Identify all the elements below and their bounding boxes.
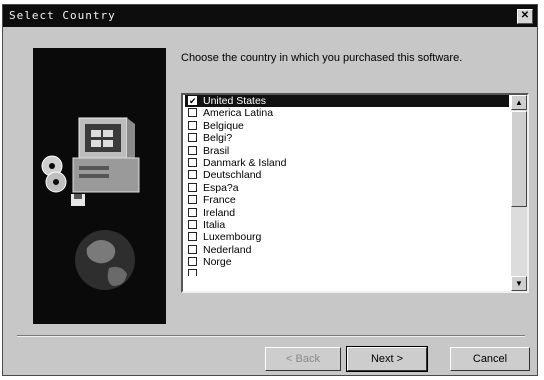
list-scrollbar[interactable]: ▲ ▼ bbox=[511, 95, 527, 291]
checkbox[interactable] bbox=[188, 195, 197, 205]
country-label: Luxembourg bbox=[203, 231, 262, 244]
country-label: Danmark & Island bbox=[203, 156, 287, 169]
country-item[interactable]: Ireland bbox=[185, 207, 509, 219]
country-item[interactable]: Nederland bbox=[185, 244, 509, 256]
country-item[interactable]: Deutschland bbox=[185, 169, 509, 181]
country-item[interactable]: Danmark & Island bbox=[185, 157, 509, 169]
checkbox[interactable] bbox=[188, 232, 197, 242]
country-label: France bbox=[203, 194, 236, 207]
computer-illustration-icon bbox=[33, 48, 166, 324]
country-item[interactable]: ✔ United States bbox=[185, 95, 509, 108]
checkbox[interactable] bbox=[188, 157, 197, 167]
checkbox[interactable] bbox=[188, 257, 197, 267]
country-label: Ireland bbox=[203, 206, 236, 219]
country-item[interactable] bbox=[185, 268, 509, 277]
country-list: ✔ United States America Latina Belgique Belg… bbox=[185, 95, 509, 277]
country-label: United States bbox=[203, 95, 267, 107]
instruction-text: Choose the country in which you purchase… bbox=[181, 52, 463, 64]
window-title: Select Country bbox=[9, 9, 116, 22]
checkbox[interactable] bbox=[188, 120, 197, 130]
checkbox[interactable] bbox=[188, 133, 197, 143]
country-item[interactable]: Brasil bbox=[185, 145, 509, 157]
country-listbox[interactable]: ✔ United States America Latina Belgique Belg… bbox=[181, 93, 529, 293]
country-label: Italia bbox=[203, 218, 226, 231]
country-label: Norge bbox=[203, 256, 232, 269]
checkbox[interactable] bbox=[188, 219, 197, 229]
country-label: Belgi? bbox=[203, 132, 233, 145]
checkbox[interactable] bbox=[188, 207, 197, 217]
country-label: Brasil bbox=[203, 144, 230, 157]
country-item[interactable]: America Latina bbox=[185, 107, 509, 119]
country-label: Belgique bbox=[203, 119, 244, 132]
checkbox[interactable] bbox=[188, 182, 197, 192]
checkbox[interactable]: ✔ bbox=[188, 96, 197, 106]
country-item[interactable]: Luxembourg bbox=[185, 231, 509, 243]
country-label: Espa?a bbox=[203, 181, 239, 194]
country-label: Deutschland bbox=[203, 169, 262, 182]
checkbox[interactable] bbox=[188, 108, 197, 118]
setup-illustration bbox=[33, 48, 166, 324]
country-item[interactable]: Belgique bbox=[185, 120, 509, 132]
scrollbar-thumb[interactable] bbox=[511, 111, 527, 207]
button-separator bbox=[17, 335, 525, 337]
country-label: America Latina bbox=[203, 107, 274, 120]
cancel-button[interactable]: Cancel bbox=[450, 347, 530, 371]
country-item[interactable]: France bbox=[185, 194, 509, 206]
scroll-down-icon[interactable]: ▼ bbox=[511, 276, 527, 291]
checkbox[interactable] bbox=[188, 170, 197, 180]
title-bar[interactable]: Select Country ✕ bbox=[3, 5, 537, 27]
scroll-up-icon[interactable]: ▲ bbox=[511, 95, 527, 110]
checkbox[interactable] bbox=[188, 269, 197, 277]
close-icon[interactable]: ✕ bbox=[517, 9, 533, 24]
back-button[interactable]: < Back bbox=[265, 347, 341, 371]
country-item[interactable]: Norge bbox=[185, 256, 509, 268]
country-item[interactable]: Italia bbox=[185, 219, 509, 231]
country-item[interactable]: Espa?a bbox=[185, 182, 509, 194]
next-button[interactable]: Next > bbox=[346, 346, 428, 372]
country-item[interactable]: Belgi? bbox=[185, 132, 509, 144]
checkbox[interactable] bbox=[188, 244, 197, 254]
checkbox[interactable] bbox=[188, 145, 197, 155]
select-country-dialog: Select Country ✕ Choose the country in w… bbox=[2, 4, 538, 376]
country-label: Nederland bbox=[203, 243, 252, 256]
